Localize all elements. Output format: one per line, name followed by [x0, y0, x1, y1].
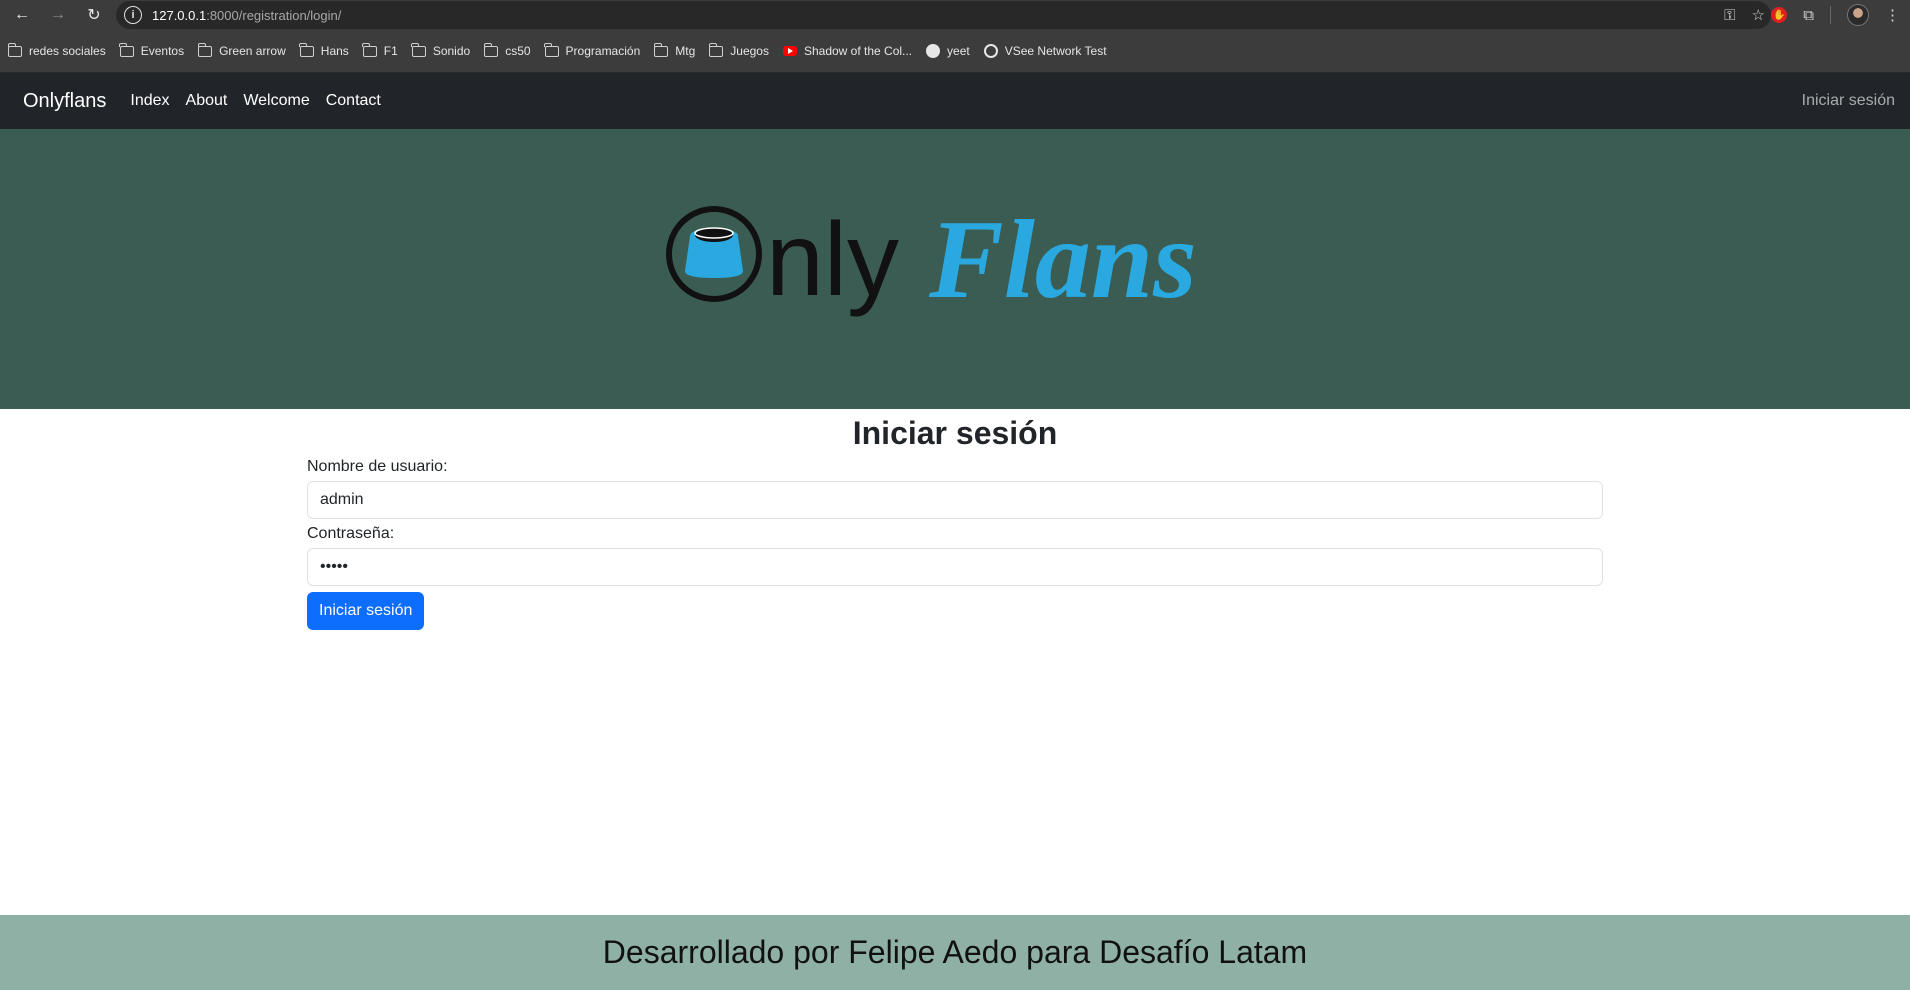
username-label: Nombre de usuario: [307, 458, 448, 475]
footer-text: Desarrollado por Felipe Aedo para Desafí… [602, 934, 1308, 970]
address-bar[interactable]: i 127.0.0.1:8000/registration/login/ ⚿ ☆ [116, 1, 1771, 29]
key-icon[interactable]: ⚿ [1724, 7, 1735, 24]
folder-icon [483, 42, 499, 57]
login-submit-button[interactable]: Iniciar sesión [307, 592, 425, 630]
bookmark-redes-sociales[interactable]: redes sociales [7, 42, 106, 58]
folder-icon [299, 42, 314, 57]
bookmark-shadow[interactable]: Shadow of the Col... [782, 44, 912, 58]
puzzle-icon[interactable]: ⧉ [1803, 7, 1814, 24]
forward-icon[interactable]: → [44, 1, 72, 29]
page-title: Iniciar sesión [852, 415, 1058, 451]
bookmark-vsee[interactable]: VSee Network Test [983, 44, 1107, 58]
folder-icon [7, 42, 22, 57]
toolbar-divider [1830, 6, 1831, 24]
bookmark-cs50[interactable]: cs50 [483, 42, 531, 58]
back-icon[interactable]: ← [8, 1, 36, 29]
site-info-icon[interactable]: i [124, 6, 142, 24]
url-host: 127.0.0.1 [152, 7, 207, 23]
password-input[interactable] [307, 548, 1603, 586]
logo-text-flans: Flans [928, 199, 1197, 322]
logo-text-nly: nly [766, 202, 899, 318]
star-icon[interactable]: ☆ [1752, 6, 1765, 24]
username-input[interactable] [307, 481, 1603, 519]
logo-graphic: nly Flans [666, 198, 1197, 322]
bookmark-green-arrow[interactable]: Green arrow [197, 42, 286, 58]
nav-link-about[interactable]: About [186, 92, 228, 110]
bookmark-programacion[interactable]: Programación [544, 42, 640, 58]
nav-link-index[interactable]: Index [130, 92, 169, 110]
reload-icon[interactable]: ↻ [80, 1, 108, 29]
bookmark-yeet[interactable]: yeet [926, 44, 970, 58]
password-label: Contraseña: [307, 525, 395, 542]
bookmark-f1[interactable]: F1 [362, 42, 398, 58]
login-form: Nombre de usuario: Contraseña: Iniciar s… [307, 457, 1603, 630]
globe-icon [983, 44, 998, 58]
nav-link-contact[interactable]: Contact [326, 92, 381, 110]
bookmark-hans[interactable]: Hans [299, 42, 349, 58]
bookmark-sonido[interactable]: Sonido [411, 42, 470, 58]
site-navbar: Onlyflans Index About Welcome Contact In… [0, 73, 1910, 129]
nav-link-welcome[interactable]: Welcome [243, 92, 309, 110]
folder-icon [544, 42, 559, 57]
bookmark-eventos[interactable]: Eventos [119, 42, 184, 58]
bookmark-juegos[interactable]: Juegos [708, 42, 769, 58]
menu-kebab-icon[interactable]: ⋮ [1885, 6, 1900, 24]
folder-icon [197, 42, 213, 57]
site-footer: Desarrollado por Felipe Aedo para Desafí… [0, 915, 1910, 990]
folder-icon [411, 42, 426, 57]
browser-toolbar: ← → ↻ i 127.0.0.1:8000/registration/logi… [0, 0, 1910, 30]
nav-login-link[interactable]: Iniciar sesión [1802, 92, 1895, 110]
bookmarks-bar: redes sociales Eventos Green arrow Hans … [0, 30, 1910, 73]
extension-icon[interactable]: ✋ [1771, 7, 1788, 23]
bookmark-mtg[interactable]: Mtg [653, 42, 695, 58]
onlyflans-logo: nly Flans [664, 198, 1248, 329]
folder-icon [362, 42, 377, 57]
login-section: Iniciar sesión Nombre de usuario: Contra… [0, 409, 1910, 630]
folder-icon [653, 42, 669, 57]
navbar-brand[interactable]: Onlyflans [23, 90, 106, 113]
folder-icon [708, 42, 724, 57]
folder-icon [119, 42, 134, 57]
profile-avatar[interactable] [1847, 4, 1869, 26]
github-icon [926, 44, 941, 58]
url-path: :8000/registration/login/ [206, 7, 342, 23]
hero-banner: nly Flans [0, 129, 1910, 409]
youtube-icon [782, 46, 797, 56]
